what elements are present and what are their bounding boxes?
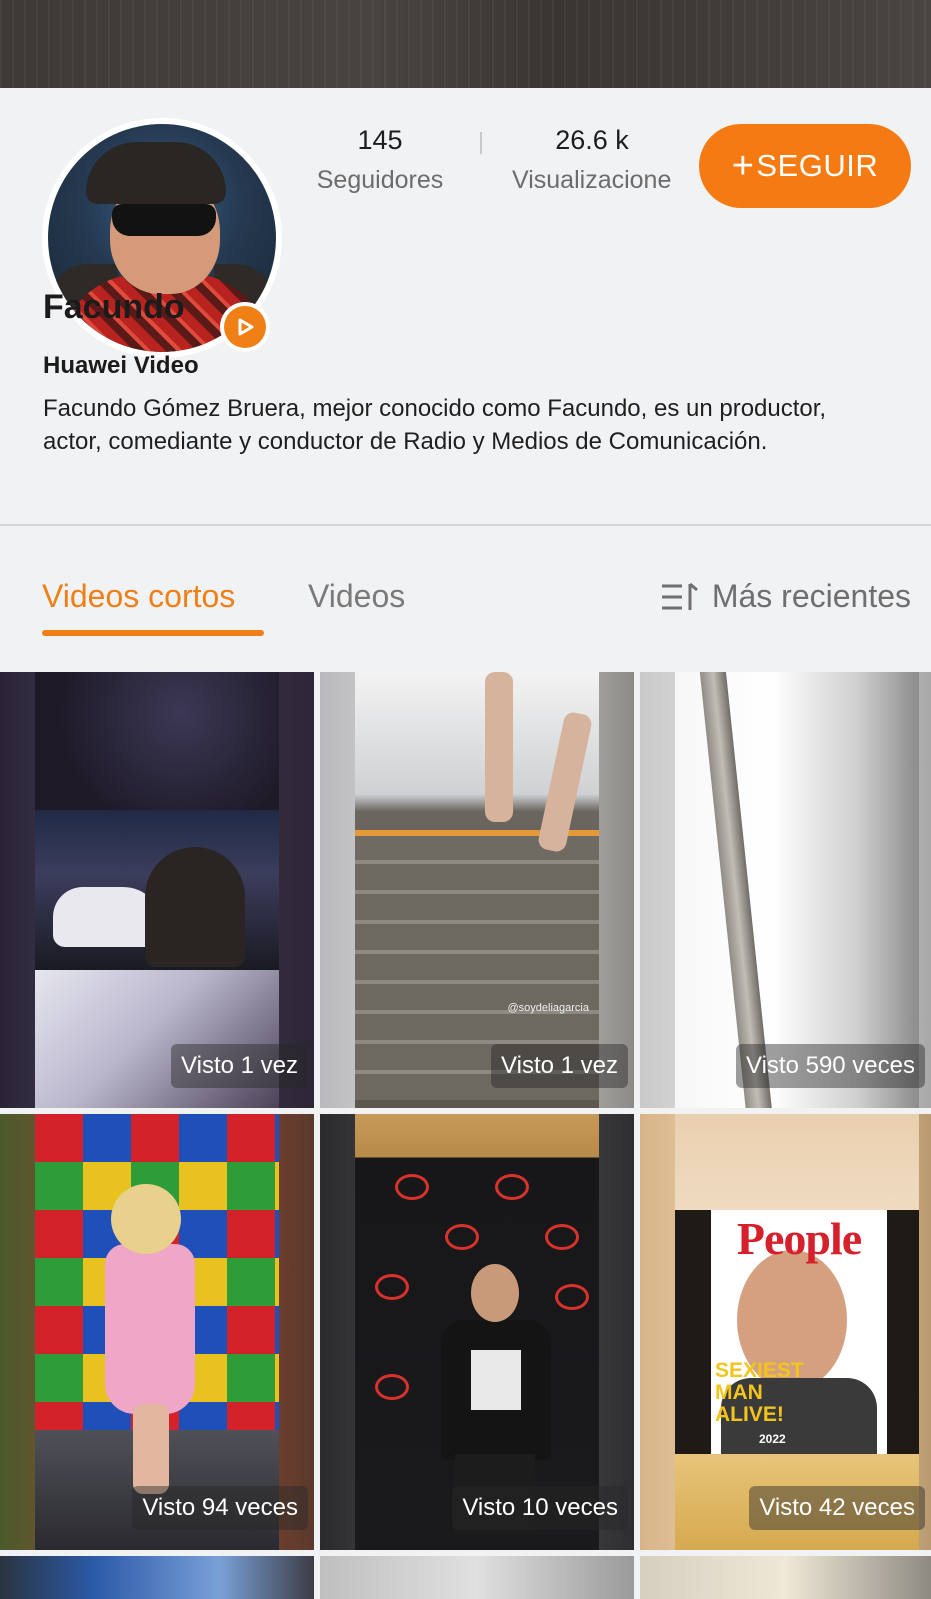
content-tabs: Videos cortos Videos Más recientes bbox=[0, 526, 931, 672]
magazine-cover: People SEXIEST MAN ALIVE! 2022 bbox=[711, 1210, 887, 1454]
followers-label: Seguidores bbox=[316, 166, 444, 194]
view-count-label: Visto 10 veces bbox=[452, 1486, 628, 1530]
cover-text: SEXIEST bbox=[715, 1359, 804, 1382]
video-thumbnail bbox=[675, 672, 919, 1108]
video-tile[interactable] bbox=[0, 1556, 314, 1599]
view-count-label: Visto 1 vez bbox=[171, 1044, 308, 1088]
thumb-part bbox=[495, 1174, 529, 1200]
tab-videos[interactable]: Videos bbox=[308, 578, 405, 615]
thumb-part bbox=[471, 1350, 521, 1410]
thumb-part bbox=[355, 920, 599, 950]
view-count-label: Visto 1 vez bbox=[491, 1044, 628, 1088]
sort-label: Más recientes bbox=[711, 578, 911, 614]
thumb-part bbox=[395, 1174, 429, 1200]
thumb-part bbox=[133, 1404, 169, 1494]
thumb-part bbox=[441, 1264, 551, 1534]
video-thumbnail bbox=[355, 1114, 599, 1550]
channel-name: Huawei Video bbox=[43, 352, 199, 379]
view-count-label: Visto 42 veces bbox=[749, 1486, 925, 1530]
tab-short-videos-label: Videos cortos bbox=[42, 578, 236, 614]
video-thumbnail: @soydeliagarcia bbox=[355, 672, 599, 1108]
tab-short-videos[interactable]: Videos cortos bbox=[42, 578, 264, 636]
thumb-part bbox=[355, 890, 599, 920]
video-thumbnail: People SEXIEST MAN ALIVE! 2022 bbox=[675, 1114, 919, 1550]
cover-text: ALIVE! bbox=[715, 1403, 784, 1426]
thumb-part bbox=[111, 1184, 181, 1254]
view-count-label: Visto 590 veces bbox=[736, 1044, 925, 1088]
profile-name: Facundo bbox=[43, 288, 185, 326]
followers-count: 145 bbox=[357, 125, 403, 155]
thumb-part bbox=[355, 1010, 599, 1040]
video-tile[interactable]: Visto 590 veces bbox=[640, 672, 931, 1108]
view-count-label: Visto 94 veces bbox=[132, 1486, 308, 1530]
follow-button[interactable]: + SEGUIR bbox=[699, 124, 911, 208]
thumb-part bbox=[355, 860, 599, 890]
thumb-part bbox=[471, 1264, 519, 1322]
views-count: 26.6 k bbox=[555, 125, 629, 155]
thumb-part bbox=[375, 1274, 409, 1300]
video-tile[interactable]: People SEXIEST MAN ALIVE! 2022 Visto 42 … bbox=[640, 1114, 931, 1550]
cover-year: 2022 bbox=[759, 1432, 786, 1446]
thumb-part bbox=[105, 1184, 205, 1494]
thumb-watermark: @soydeliagarcia bbox=[507, 1002, 590, 1014]
stats-divider bbox=[480, 132, 482, 154]
followers-stat[interactable]: 145 Seguidores bbox=[300, 122, 460, 198]
video-tile[interactable] bbox=[640, 1556, 931, 1599]
thumb-part bbox=[145, 847, 245, 967]
thumb-part: SEXIEST MAN ALIVE! bbox=[715, 1360, 804, 1426]
thumb-part bbox=[35, 672, 279, 810]
thumb-part bbox=[545, 1224, 579, 1250]
views-stat: 26.6 k Visualizaciones bbox=[512, 122, 672, 198]
thumb-part bbox=[355, 950, 599, 980]
profile-bio: Facundo Gómez Bruera, mejor conocido com… bbox=[43, 395, 827, 455]
sort-icon bbox=[661, 582, 698, 610]
video-tile[interactable]: Visto 1 vez bbox=[0, 672, 314, 1108]
profile-header: 145 Seguidores 26.6 k Visualizaciones + … bbox=[0, 88, 931, 524]
thumb-part bbox=[445, 1224, 479, 1250]
avatar-cap bbox=[86, 142, 226, 204]
active-tab-indicator bbox=[42, 630, 264, 636]
magazine-title: People bbox=[736, 1213, 862, 1264]
profile-page: 145 Seguidores 26.6 k Visualizaciones + … bbox=[0, 0, 931, 1599]
video-tile[interactable]: Visto 10 veces bbox=[320, 1114, 634, 1550]
video-tile[interactable] bbox=[320, 1556, 634, 1599]
play-icon bbox=[224, 306, 266, 348]
thumb-part bbox=[555, 1284, 589, 1310]
thumb-part bbox=[105, 1244, 195, 1414]
video-tile[interactable]: Visto 94 veces bbox=[0, 1114, 314, 1550]
plus-icon: + bbox=[731, 144, 755, 187]
video-thumbnail bbox=[35, 672, 279, 1108]
cover-text: MAN bbox=[715, 1381, 763, 1404]
views-label: Visualizaciones bbox=[512, 166, 672, 194]
verified-badge bbox=[220, 302, 270, 352]
thumb-part bbox=[699, 672, 773, 1108]
tab-videos-label: Videos bbox=[308, 578, 406, 614]
profile-banner bbox=[0, 0, 931, 88]
sort-dropdown[interactable]: Más recientes bbox=[660, 578, 911, 615]
avatar-glasses bbox=[112, 204, 216, 236]
video-thumbnail bbox=[35, 1114, 279, 1550]
thumb-part bbox=[375, 1374, 409, 1400]
thumb-part bbox=[485, 672, 513, 822]
video-tile[interactable]: @soydeliagarcia Visto 1 vez bbox=[320, 672, 634, 1108]
follow-label: SEGUIR bbox=[756, 148, 879, 183]
